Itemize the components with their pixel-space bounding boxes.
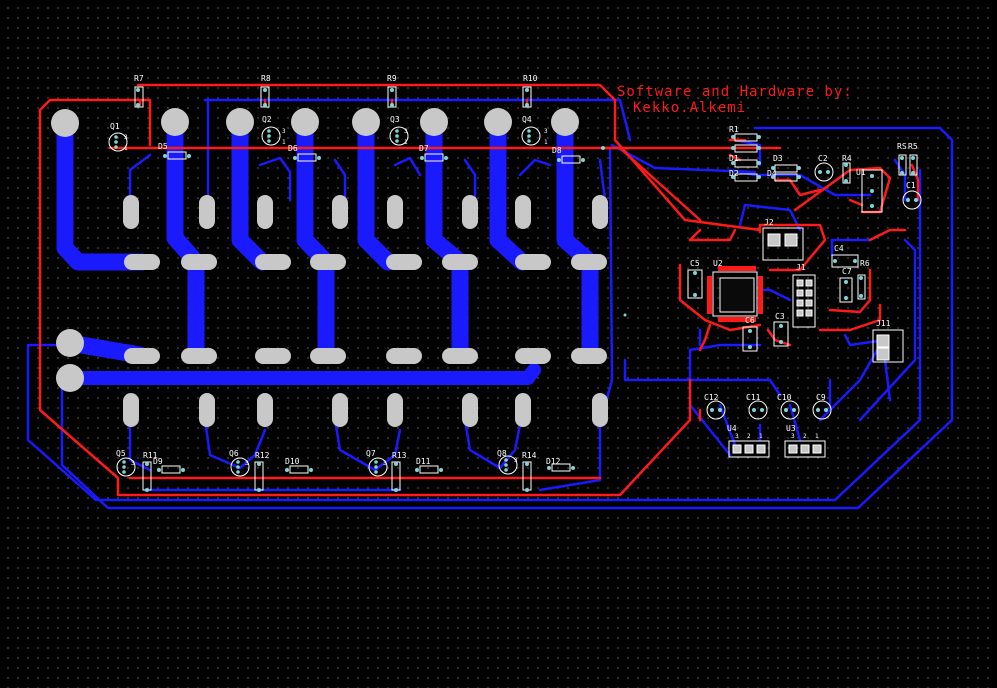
label-c9: C9 <box>816 393 826 402</box>
label-r10: R10 <box>523 74 538 83</box>
label-q8: Q8 <box>497 449 507 458</box>
q3-pin-1: 1 <box>404 139 408 146</box>
label-d11: D11 <box>416 457 431 466</box>
label-d10: D10 <box>285 457 300 466</box>
u3-pin-1: 1 <box>815 433 819 440</box>
u3-pin-3: 3 <box>791 433 795 440</box>
label-q2: Q2 <box>262 115 272 124</box>
label-c5: C5 <box>690 259 700 268</box>
pad-top-3 <box>226 108 254 136</box>
label-r13: R13 <box>392 451 407 460</box>
label-d9: D9 <box>153 457 163 466</box>
label-c10: C10 <box>777 393 792 402</box>
label-d6: D6 <box>288 144 298 153</box>
q8-pin-3: 3 <box>514 457 518 464</box>
label-q6: Q6 <box>229 449 239 458</box>
q1-pin-1: 1 <box>124 145 128 152</box>
label-j11: J11 <box>876 319 891 328</box>
label-c1: C1 <box>906 181 916 190</box>
credit-line-2: Kekko.Alkemi <box>633 100 746 116</box>
pcb-board: Software and Hardware by: Kekko.Alkemi R… <box>0 0 997 688</box>
q5-pin-3: 3 <box>131 460 135 467</box>
pad-top-7 <box>484 108 512 136</box>
u4-pin-3: 3 <box>735 433 739 440</box>
u4-pin-1: 1 <box>759 433 763 440</box>
pad-top-2 <box>161 108 189 136</box>
label-rs: RS <box>897 142 907 151</box>
label-d8: D8 <box>552 146 562 155</box>
capacitor-c2-outline <box>814 162 834 182</box>
label-r14: R14 <box>522 451 537 460</box>
label-c11: C11 <box>746 393 761 402</box>
label-d5: D5 <box>158 142 168 151</box>
label-r6: R6 <box>860 259 870 268</box>
label-q3: Q3 <box>390 115 400 124</box>
label-r1: R1 <box>729 125 739 134</box>
transistor-q4-outline <box>521 126 541 146</box>
label-c7: C7 <box>842 267 852 276</box>
credit-line-1: Software and Hardware by: <box>617 84 853 100</box>
q1-pin-3: 3 <box>124 134 128 141</box>
label-c2: C2 <box>818 154 828 163</box>
u4-pin-2: 2 <box>747 433 751 440</box>
ic-u2-core <box>719 277 755 313</box>
label-r7: R7 <box>134 74 144 83</box>
label-d4: D4 <box>767 169 777 178</box>
pcb-layout-svg: Software and Hardware by: Kekko.Alkemi R… <box>26 74 954 510</box>
label-q5: Q5 <box>116 449 126 458</box>
capacitor-c11-outline <box>748 400 768 420</box>
q4-pin-3: 3 <box>544 128 548 135</box>
label-c4: C4 <box>834 244 844 253</box>
resistor-r13-body <box>391 461 401 491</box>
label-q1: Q1 <box>110 122 120 131</box>
label-d12: D12 <box>546 457 561 466</box>
label-j2: J2 <box>764 218 774 227</box>
diode-d11-body <box>419 465 439 474</box>
label-r8: R8 <box>261 74 271 83</box>
pad-top-1 <box>51 109 79 137</box>
label-c3: C3 <box>775 312 785 321</box>
label-r5: R5 <box>908 142 918 151</box>
q2-pin-3: 3 <box>282 128 286 135</box>
pad-top-4 <box>291 108 319 136</box>
q2-pin-1: 1 <box>282 139 286 146</box>
diode-d3-body <box>774 164 798 173</box>
q6-pin-3: 3 <box>245 460 249 467</box>
label-r12: R12 <box>255 451 270 460</box>
pad-left-lower <box>56 364 84 392</box>
label-d2: D2 <box>729 169 739 178</box>
capacitor-c10-outline <box>780 400 800 420</box>
label-u1: U1 <box>856 168 866 177</box>
q4-pin-1: 1 <box>544 139 548 146</box>
label-u3: U3 <box>786 424 796 433</box>
label-c6: C6 <box>745 316 755 325</box>
diode-d10-body <box>289 465 309 474</box>
resistor-r14-body <box>522 461 532 491</box>
label-u4: U4 <box>727 424 737 433</box>
label-j1: J1 <box>796 263 806 272</box>
pad-top-6 <box>420 108 448 136</box>
label-d3: D3 <box>773 154 783 163</box>
label-c12: C12 <box>704 393 719 402</box>
label-d7: D7 <box>419 144 429 153</box>
label-q4: Q4 <box>522 115 532 124</box>
pad-left-upper <box>56 329 84 357</box>
label-r9: R9 <box>387 74 397 83</box>
q7-pin-3: 3 <box>383 460 387 467</box>
label-u2: U2 <box>713 259 723 268</box>
u3-pin-2: 2 <box>803 433 807 440</box>
resistor-r12-body <box>254 461 264 491</box>
transistor-q2-outline <box>261 126 281 146</box>
diode-d9-body <box>161 465 181 474</box>
pad-top-8 <box>551 108 579 136</box>
label-r4: R4 <box>842 154 852 163</box>
label-d1: D1 <box>729 154 739 163</box>
q3-pin-3: 3 <box>404 128 408 135</box>
label-q7: Q7 <box>366 449 376 458</box>
pad-top-5 <box>352 108 380 136</box>
